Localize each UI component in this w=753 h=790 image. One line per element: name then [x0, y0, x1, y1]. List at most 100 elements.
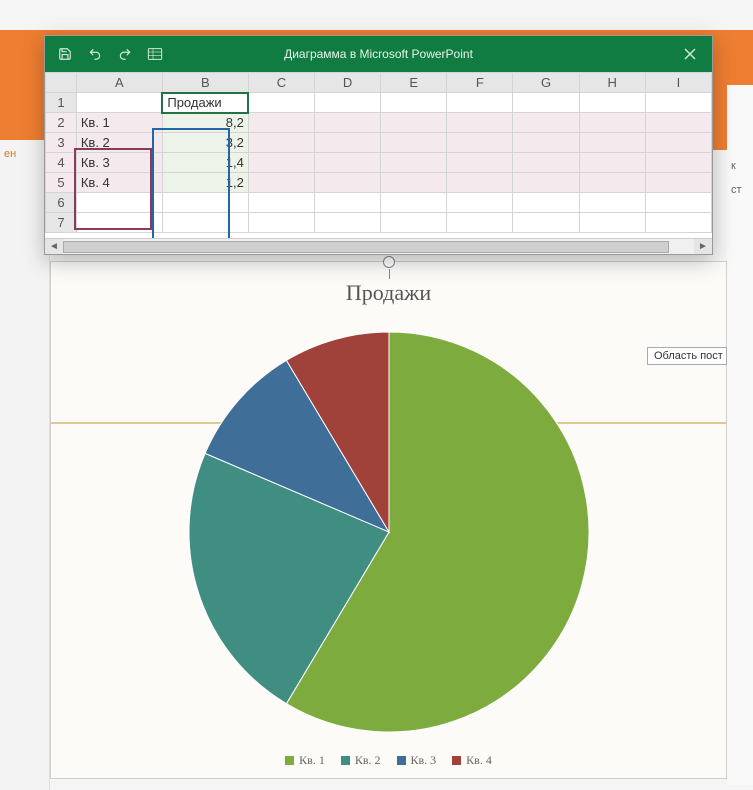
table-row[interactable]: 4 Кв. 3 1,4	[46, 153, 712, 173]
cell[interactable]	[513, 193, 579, 213]
cell[interactable]	[248, 213, 314, 233]
cell[interactable]	[579, 193, 645, 213]
save-icon[interactable]	[57, 46, 73, 62]
cell[interactable]	[315, 153, 381, 173]
select-all-corner[interactable]	[46, 73, 77, 93]
cell[interactable]	[645, 133, 711, 153]
cell[interactable]	[248, 113, 314, 133]
cell[interactable]	[513, 133, 579, 153]
cell[interactable]	[645, 213, 711, 233]
chart-legend[interactable]: Кв. 1 Кв. 2 Кв. 3 Кв. 4	[51, 753, 726, 768]
window-titlebar[interactable]: Диаграмма в Microsoft PowerPoint	[45, 36, 712, 72]
cell[interactable]	[248, 153, 314, 173]
cell[interactable]	[579, 133, 645, 153]
col-header[interactable]: I	[645, 73, 711, 93]
col-header[interactable]: E	[381, 73, 447, 93]
cell-category[interactable]: Кв. 4	[76, 173, 162, 193]
cell[interactable]	[513, 93, 579, 113]
cell[interactable]	[248, 173, 314, 193]
redo-icon[interactable]	[117, 46, 133, 62]
col-header[interactable]: H	[579, 73, 645, 93]
column-header-row[interactable]: A B C D E F G H I	[46, 73, 712, 93]
cell[interactable]	[248, 133, 314, 153]
legend-item[interactable]: Кв. 3	[397, 753, 437, 768]
table-row[interactable]: 7	[46, 213, 712, 233]
row-header[interactable]: 1	[46, 93, 77, 113]
col-header[interactable]: B	[162, 73, 248, 93]
scroll-left-icon[interactable]: ◄	[45, 239, 63, 255]
row-header[interactable]: 7	[46, 213, 77, 233]
cell[interactable]	[162, 193, 248, 213]
edit-data-icon[interactable]	[147, 46, 163, 62]
cell[interactable]	[579, 173, 645, 193]
cell-category[interactable]: Кв. 2	[76, 133, 162, 153]
table-row[interactable]: 5 Кв. 4 1,2	[46, 173, 712, 193]
cell[interactable]	[76, 193, 162, 213]
cell[interactable]	[579, 153, 645, 173]
cell[interactable]	[76, 93, 162, 113]
chart-object[interactable]: Продажи Область пост Кв. 1 Кв. 2 Кв. 3 К…	[50, 261, 727, 779]
cell[interactable]	[447, 213, 513, 233]
cell[interactable]	[447, 173, 513, 193]
cell[interactable]	[315, 193, 381, 213]
legend-item[interactable]: Кв. 1	[285, 753, 325, 768]
cell-category[interactable]: Кв. 3	[76, 153, 162, 173]
table-row[interactable]: 2 Кв. 1 8,2	[46, 113, 712, 133]
cell[interactable]	[315, 173, 381, 193]
pie-chart[interactable]	[179, 322, 599, 742]
cell[interactable]	[579, 93, 645, 113]
cell[interactable]	[381, 113, 447, 133]
cell[interactable]	[315, 133, 381, 153]
scroll-track[interactable]	[63, 239, 694, 255]
cell[interactable]	[513, 113, 579, 133]
cell[interactable]	[513, 213, 579, 233]
cell[interactable]	[315, 213, 381, 233]
worksheet[interactable]: A B C D E F G H I 1 Продажи	[45, 72, 712, 254]
horizontal-scrollbar[interactable]: ◄ ►	[45, 238, 712, 254]
cell[interactable]	[645, 193, 711, 213]
cell-value[interactable]: 1,2	[162, 173, 248, 193]
cell[interactable]	[579, 113, 645, 133]
cell[interactable]	[513, 153, 579, 173]
row-header[interactable]: 4	[46, 153, 77, 173]
col-header[interactable]: D	[315, 73, 381, 93]
cell[interactable]	[645, 93, 711, 113]
table-row[interactable]: 1 Продажи	[46, 93, 712, 113]
cell[interactable]	[645, 113, 711, 133]
row-header[interactable]: 5	[46, 173, 77, 193]
cell[interactable]	[76, 213, 162, 233]
col-header[interactable]: C	[248, 73, 314, 93]
cell[interactable]	[381, 173, 447, 193]
table-row[interactable]: 3 Кв. 2 3,2	[46, 133, 712, 153]
col-header[interactable]: G	[513, 73, 579, 93]
cell-value[interactable]: 1,4	[162, 153, 248, 173]
cell[interactable]	[579, 213, 645, 233]
close-button[interactable]	[668, 36, 712, 72]
cell[interactable]	[645, 153, 711, 173]
cell[interactable]	[447, 93, 513, 113]
table-row[interactable]: 6	[46, 193, 712, 213]
scroll-right-icon[interactable]: ►	[694, 239, 712, 255]
cell[interactable]	[447, 113, 513, 133]
cell[interactable]	[162, 213, 248, 233]
cell[interactable]	[447, 153, 513, 173]
cell[interactable]	[645, 173, 711, 193]
cell-value[interactable]: 3,2	[162, 133, 248, 153]
data-grid[interactable]: A B C D E F G H I 1 Продажи	[45, 72, 712, 233]
cell[interactable]	[315, 113, 381, 133]
cell[interactable]	[381, 93, 447, 113]
cell[interactable]	[315, 93, 381, 113]
cell[interactable]	[381, 193, 447, 213]
undo-icon[interactable]	[87, 46, 103, 62]
cell[interactable]	[381, 213, 447, 233]
cell[interactable]	[248, 193, 314, 213]
cell[interactable]	[447, 133, 513, 153]
legend-item[interactable]: Кв. 2	[341, 753, 381, 768]
cell[interactable]	[447, 193, 513, 213]
cell-category[interactable]: Кв. 1	[76, 113, 162, 133]
cell[interactable]	[381, 133, 447, 153]
col-header[interactable]: F	[447, 73, 513, 93]
legend-item[interactable]: Кв. 4	[452, 753, 492, 768]
col-header[interactable]: A	[76, 73, 162, 93]
cell[interactable]	[513, 173, 579, 193]
